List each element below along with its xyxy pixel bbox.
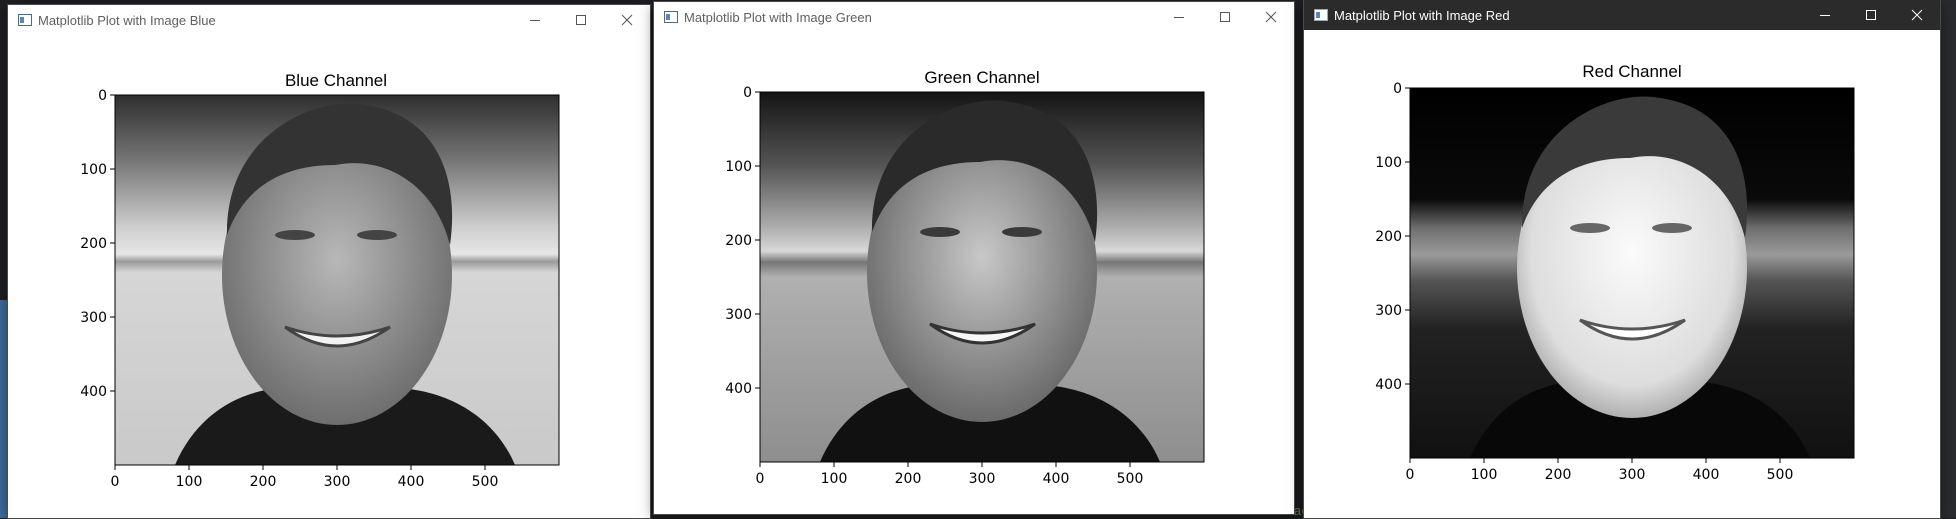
- x-tick-label: 500: [472, 474, 499, 490]
- x-tick-label: 200: [895, 471, 922, 487]
- y-tick-label: 300: [725, 307, 752, 323]
- x-tick-label: 500: [1767, 467, 1794, 483]
- x-tick-label: 300: [969, 471, 996, 487]
- x-tick-label: 200: [250, 474, 277, 490]
- x-tick-label: 200: [1545, 467, 1572, 483]
- plot-window-green[interactable]: Matplotlib Plot with Image Green Green C…: [654, 2, 1294, 514]
- y-tick-label: 300: [1375, 303, 1402, 319]
- axes: 0 100 200 300 400 500 0 100 200 300 400: [1375, 81, 1855, 483]
- y-tick-label: 200: [80, 236, 107, 252]
- y-tick-label: 0: [1393, 81, 1402, 97]
- y-tick-label: 0: [98, 88, 107, 104]
- x-tick-label: 300: [1619, 467, 1646, 483]
- y-tick-label: 200: [725, 233, 752, 249]
- plot-window-red[interactable]: Matplotlib Plot with Image Red Red Chann…: [1304, 0, 1940, 518]
- y-tick-label: 300: [80, 310, 107, 326]
- x-tick-label: 100: [821, 471, 848, 487]
- x-tick-label: 500: [1117, 471, 1144, 487]
- axes-frame: [759, 91, 1205, 463]
- editor-right-panel: [1940, 0, 1956, 518]
- y-tick-label: 100: [725, 159, 752, 175]
- y-tick-label: 400: [1375, 377, 1402, 393]
- axes-frame: [114, 94, 560, 466]
- x-tick-label: 100: [176, 474, 203, 490]
- x-tick-label: 400: [1043, 471, 1070, 487]
- y-tick-label: 400: [80, 384, 107, 400]
- y-tick-label: 200: [1375, 229, 1402, 245]
- axes-frame: [1409, 87, 1855, 459]
- x-tick-label: 0: [756, 471, 765, 487]
- y-tick-label: 0: [743, 85, 752, 101]
- axes: 0 100 200 300 400 500 0 100 200 300 400: [80, 88, 560, 490]
- x-tick-label: 300: [324, 474, 351, 490]
- x-tick-label: 0: [1406, 467, 1415, 483]
- y-tick-label: 100: [80, 162, 107, 178]
- plot-window-blue[interactable]: Matplotlib Plot with Image Blue Blue Cha…: [8, 5, 650, 518]
- x-tick-label: 100: [1471, 467, 1498, 483]
- x-tick-label: 0: [111, 474, 120, 490]
- axes: 0 100 200 300 400 500 0 100 200 300 400: [725, 85, 1205, 487]
- x-tick-label: 400: [398, 474, 425, 490]
- x-tick-label: 400: [1693, 467, 1720, 483]
- y-tick-label: 400: [725, 381, 752, 397]
- y-tick-label: 100: [1375, 155, 1402, 171]
